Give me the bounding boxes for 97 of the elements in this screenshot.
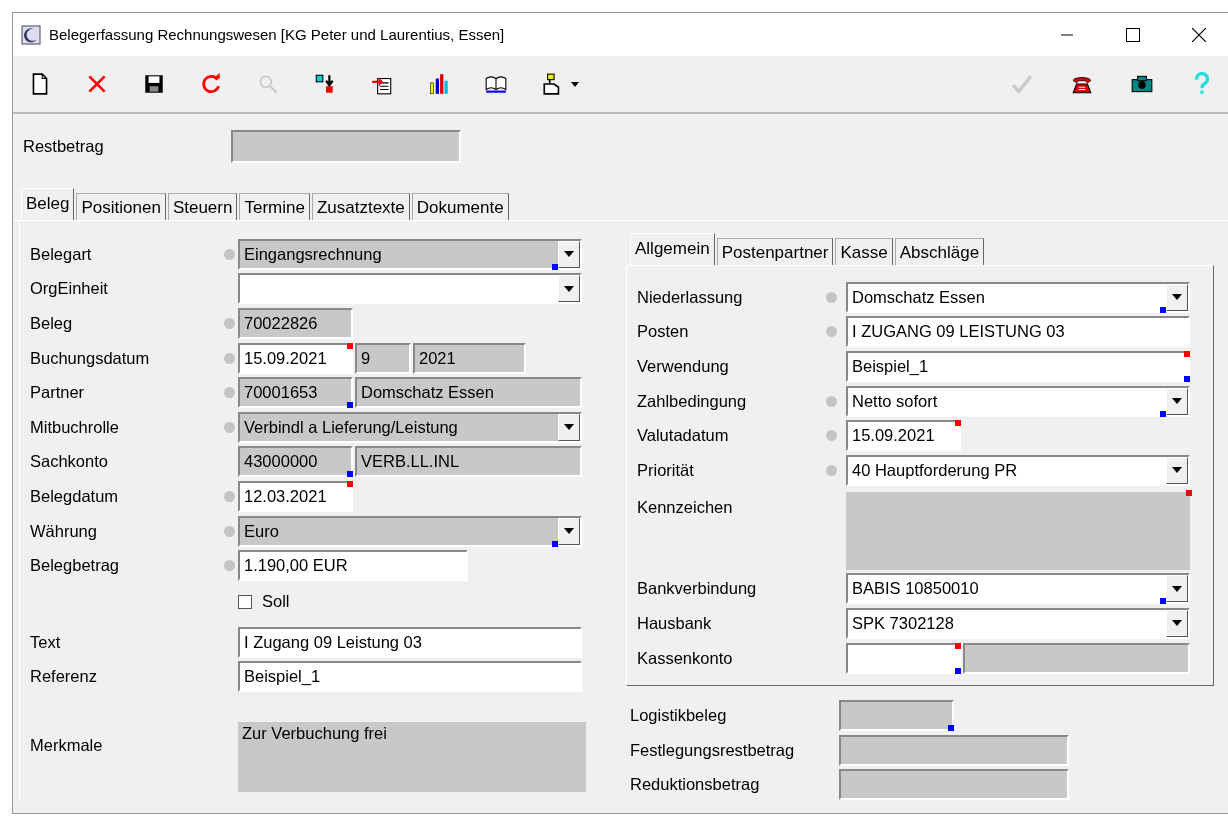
dropdown-field[interactable]: Eingangsrechnung (238, 238, 582, 270)
input-field[interactable] (839, 769, 1069, 801)
refresh-icon[interactable] (199, 72, 223, 96)
dropdown-button[interactable] (1166, 609, 1188, 637)
field-label: Logistikbeleg (630, 706, 728, 726)
input-field[interactable]: 70022826 (238, 308, 353, 339)
caret-icon[interactable] (571, 80, 579, 88)
caret-icon (1172, 585, 1182, 592)
caret-icon (564, 424, 574, 431)
caret-icon (1172, 467, 1182, 474)
field-label: Valutadatum (637, 426, 730, 446)
caret-icon (564, 285, 574, 292)
field-label: Priorität (637, 460, 695, 480)
input-field[interactable]: Beispiel_1 (846, 351, 1190, 382)
close-icon[interactable] (1192, 27, 1206, 42)
tab[interactable]: Positionen (76, 193, 166, 220)
tab[interactable]: Beleg (21, 188, 75, 220)
input-field[interactable]: 12.03.2021 (238, 480, 353, 512)
maximize-icon[interactable] (1126, 27, 1140, 42)
text-area[interactable]: Zur Verbuchung frei (238, 722, 586, 793)
field-label: Mitbuchrolle (30, 417, 120, 437)
field-label: Text (30, 632, 62, 652)
bar-chart-icon[interactable] (427, 72, 451, 96)
field-label: Kassenkonto (637, 648, 734, 668)
dropdown-field[interactable] (238, 273, 582, 305)
dropdown-button[interactable] (558, 413, 580, 441)
dropdown-field[interactable]: Verbindl a Lieferung/Leistung (238, 411, 582, 443)
tab[interactable]: Steuern (167, 193, 238, 220)
input-field[interactable]: I Zugang 09 Leistung 03 (238, 626, 582, 658)
dropdown-button[interactable] (558, 275, 580, 303)
caret-icon (1172, 294, 1182, 301)
input-field[interactable]: 15.09.2021 (238, 342, 353, 374)
input-field[interactable]: 70001653 (238, 377, 353, 409)
tab[interactable]: Abschläge (894, 238, 985, 265)
input-field[interactable] (963, 642, 1190, 674)
tab[interactable]: Allgemein (630, 233, 715, 265)
field-label: Merkmale (30, 735, 104, 757)
field-label: Sachkonto (30, 452, 109, 472)
input-field[interactable] (839, 734, 1069, 766)
input-field[interactable]: 9 (355, 342, 411, 374)
caret-icon (1172, 620, 1182, 627)
field-label: Bankverbindung (637, 579, 758, 599)
input-field[interactable] (231, 129, 461, 163)
dropdown-button[interactable] (558, 240, 580, 268)
field-label: Belegart (30, 244, 93, 264)
dropdown-field[interactable]: Netto sofort (846, 385, 1190, 417)
field-label: Hausbank (637, 613, 713, 633)
field-label: Beleg (30, 314, 74, 333)
dropdown-field[interactable]: Euro (238, 515, 582, 547)
field-label: Belegdatum (30, 486, 120, 506)
dropdown-field[interactable]: BABIS 10850010 (846, 573, 1190, 605)
checkbox[interactable] (238, 594, 252, 609)
dropdown-button[interactable] (558, 517, 580, 545)
input-field[interactable]: 43000000 (238, 446, 353, 478)
field-label: Buchungsdatum (30, 348, 151, 368)
dropdown-field[interactable]: 40 Hauptforderung PR (846, 454, 1190, 486)
input-field[interactable]: I ZUGANG 09 LEISTUNG 03 (846, 316, 1190, 348)
dropdown-button[interactable] (1166, 575, 1188, 603)
field-label: OrgEinheit (30, 279, 109, 299)
dropdown-button[interactable] (1166, 456, 1188, 484)
tab[interactable]: Postenpartner (716, 238, 834, 265)
input-field[interactable] (846, 642, 961, 674)
field-label: Belegbetrag (30, 556, 120, 576)
field-label: Zahlbedingung (637, 391, 748, 411)
dropdown-field[interactable]: Domschatz Essen (846, 281, 1190, 313)
caret-icon (564, 528, 574, 535)
dropdown-button[interactable] (1166, 387, 1188, 415)
window-title: Belegerfassung Rechnungswesen [KG Peter und Laurentius, Essen] (49, 26, 506, 43)
save-icon[interactable] (142, 72, 166, 96)
input-field[interactable]: Beispiel_1 (238, 661, 582, 693)
field-label: Verwendung (637, 357, 730, 376)
tab[interactable]: Kasse (835, 238, 893, 265)
input-field[interactable]: 15.09.2021 (846, 420, 961, 452)
tab[interactable]: Zusatztexte (311, 193, 410, 220)
caret-icon (564, 251, 574, 258)
tab[interactable]: Termine (239, 193, 310, 220)
field-label: Niederlassung (637, 287, 744, 307)
input-field[interactable]: 1.190,00 EUR (238, 550, 468, 582)
tab[interactable]: Dokumente (411, 193, 509, 220)
caret-icon (1172, 398, 1182, 405)
field-label: Festlegungsrestbetrag (630, 740, 796, 760)
dropdown-button[interactable] (1166, 283, 1188, 311)
stamp-icon[interactable] (541, 72, 579, 96)
input-field[interactable] (839, 700, 954, 732)
field-label: Partner (30, 383, 86, 403)
field-label: Kennzeichen (637, 496, 734, 517)
app-icon (21, 24, 41, 45)
input-field[interactable]: Domschatz Essen (355, 377, 582, 409)
field-label: Restbetrag (23, 136, 105, 156)
input-field[interactable]: VERB.LL.INL (355, 446, 582, 478)
field-label: Reduktionsbetrag (630, 775, 761, 795)
field-label: Referenz (30, 667, 98, 687)
checkbox-label: Soll (262, 592, 290, 612)
field-label: Währung (30, 521, 98, 541)
field-label: Posten (637, 322, 690, 342)
input-field[interactable]: 2021 (413, 342, 526, 374)
dropdown-field[interactable]: SPK 7302128 (846, 607, 1190, 639)
